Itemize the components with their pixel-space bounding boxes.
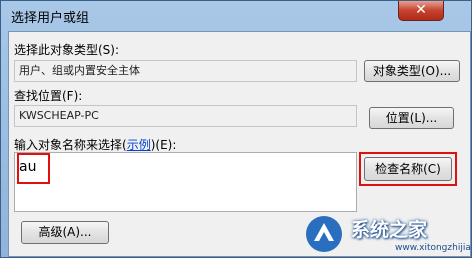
title-bar[interactable]: 选择用户或组 ✕	[1, 1, 471, 31]
examples-link[interactable]: 示例	[127, 138, 151, 152]
advanced-button-label: 高级(A)...	[38, 225, 92, 239]
watermark-logo-icon	[306, 216, 342, 252]
close-icon: ✕	[415, 2, 427, 18]
close-button[interactable]: ✕	[398, 1, 444, 21]
location-field: KWSCHEAP-PC	[14, 105, 357, 127]
location-value: KWSCHEAP-PC	[19, 109, 99, 122]
location-label: 查找位置(F):	[14, 89, 83, 103]
locations-button[interactable]: 位置(L)...	[369, 107, 454, 129]
check-names-button[interactable]: 检查名称(C)	[364, 157, 452, 181]
object-names-input[interactable]: au	[14, 152, 357, 212]
site-watermark: 系统之家 www.xitongzhijia.net	[291, 207, 471, 257]
object-names-label: 输入对象名称来选择(示例)(E):	[14, 138, 177, 152]
object-types-button-label: 对象类型(O)...	[372, 64, 452, 78]
object-type-label: 选择此对象类型(S):	[14, 43, 120, 57]
watermark-url: www.xitongzhijia.net	[395, 243, 471, 253]
object-types-button[interactable]: 对象类型(O)...	[364, 60, 460, 82]
watermark-brand: 系统之家	[351, 219, 428, 241]
object-type-field: 用户、组或内置安全主体	[14, 60, 357, 82]
window-title: 选择用户或组	[11, 11, 90, 26]
typed-text-highlight	[17, 153, 50, 184]
locations-button-label: 位置(L)...	[385, 111, 438, 125]
select-users-dialog: 选择用户或组 ✕ 选择此对象类型(S): 用户、组或内置安全主体 对象类型(O)…	[0, 0, 472, 258]
advanced-button[interactable]: 高级(A)...	[21, 221, 109, 244]
object-type-value: 用户、组或内置安全主体	[19, 64, 140, 77]
check-names-button-label: 检查名称(C)	[375, 162, 441, 176]
